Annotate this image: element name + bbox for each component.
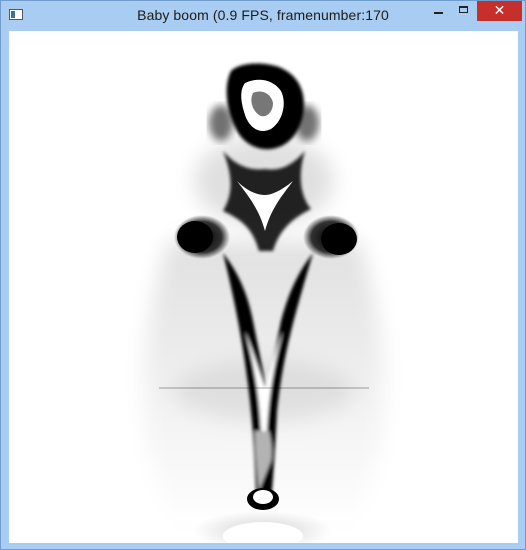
simulation-canvas[interactable] (9, 31, 518, 543)
maximize-icon (458, 5, 468, 13)
minimize-button[interactable] (425, 1, 451, 21)
fluid-visualization (144, 63, 384, 543)
app-window: Baby boom (0.9 FPS, framenumber:170 ✕ (0, 0, 526, 550)
close-icon: ✕ (493, 3, 506, 19)
minimize-icon (433, 12, 443, 14)
title-bar[interactable]: Baby boom (0.9 FPS, framenumber:170 ✕ (1, 1, 525, 30)
upper-vortex (209, 63, 319, 150)
maximize-button[interactable] (453, 1, 473, 21)
close-button[interactable]: ✕ (477, 1, 522, 21)
horizontal-streak (159, 387, 369, 389)
